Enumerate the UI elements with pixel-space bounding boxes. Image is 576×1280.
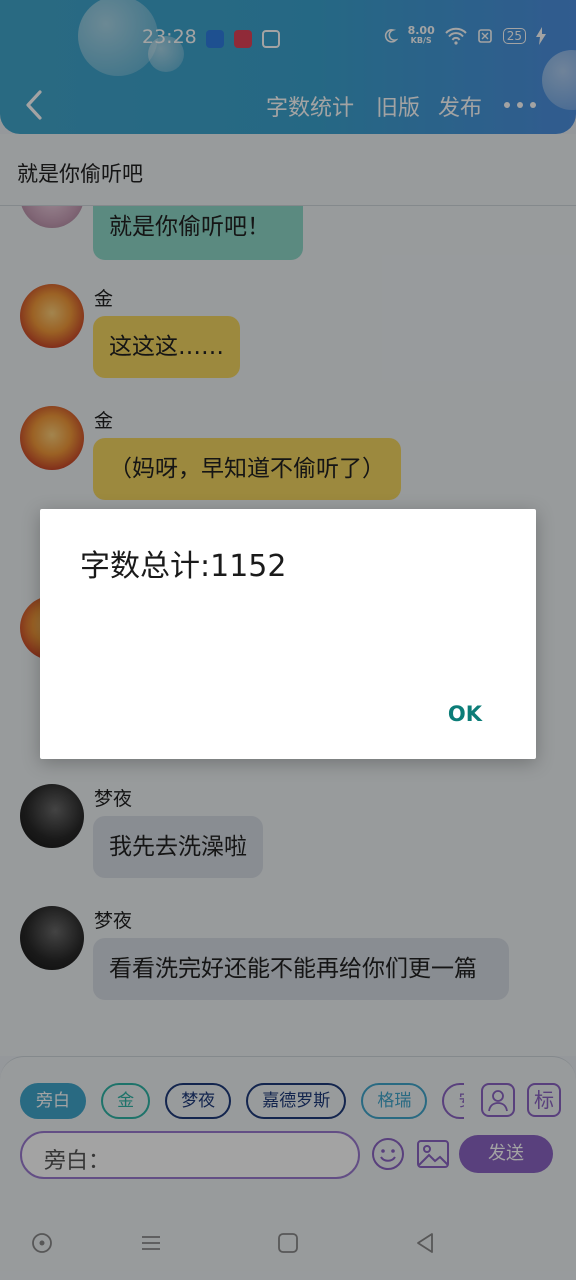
word-count-dialog: 字数总计:1152 OK	[40, 509, 536, 759]
ok-button[interactable]: OK	[448, 702, 482, 726]
dialog-message: 字数总计:1152	[80, 549, 287, 584]
